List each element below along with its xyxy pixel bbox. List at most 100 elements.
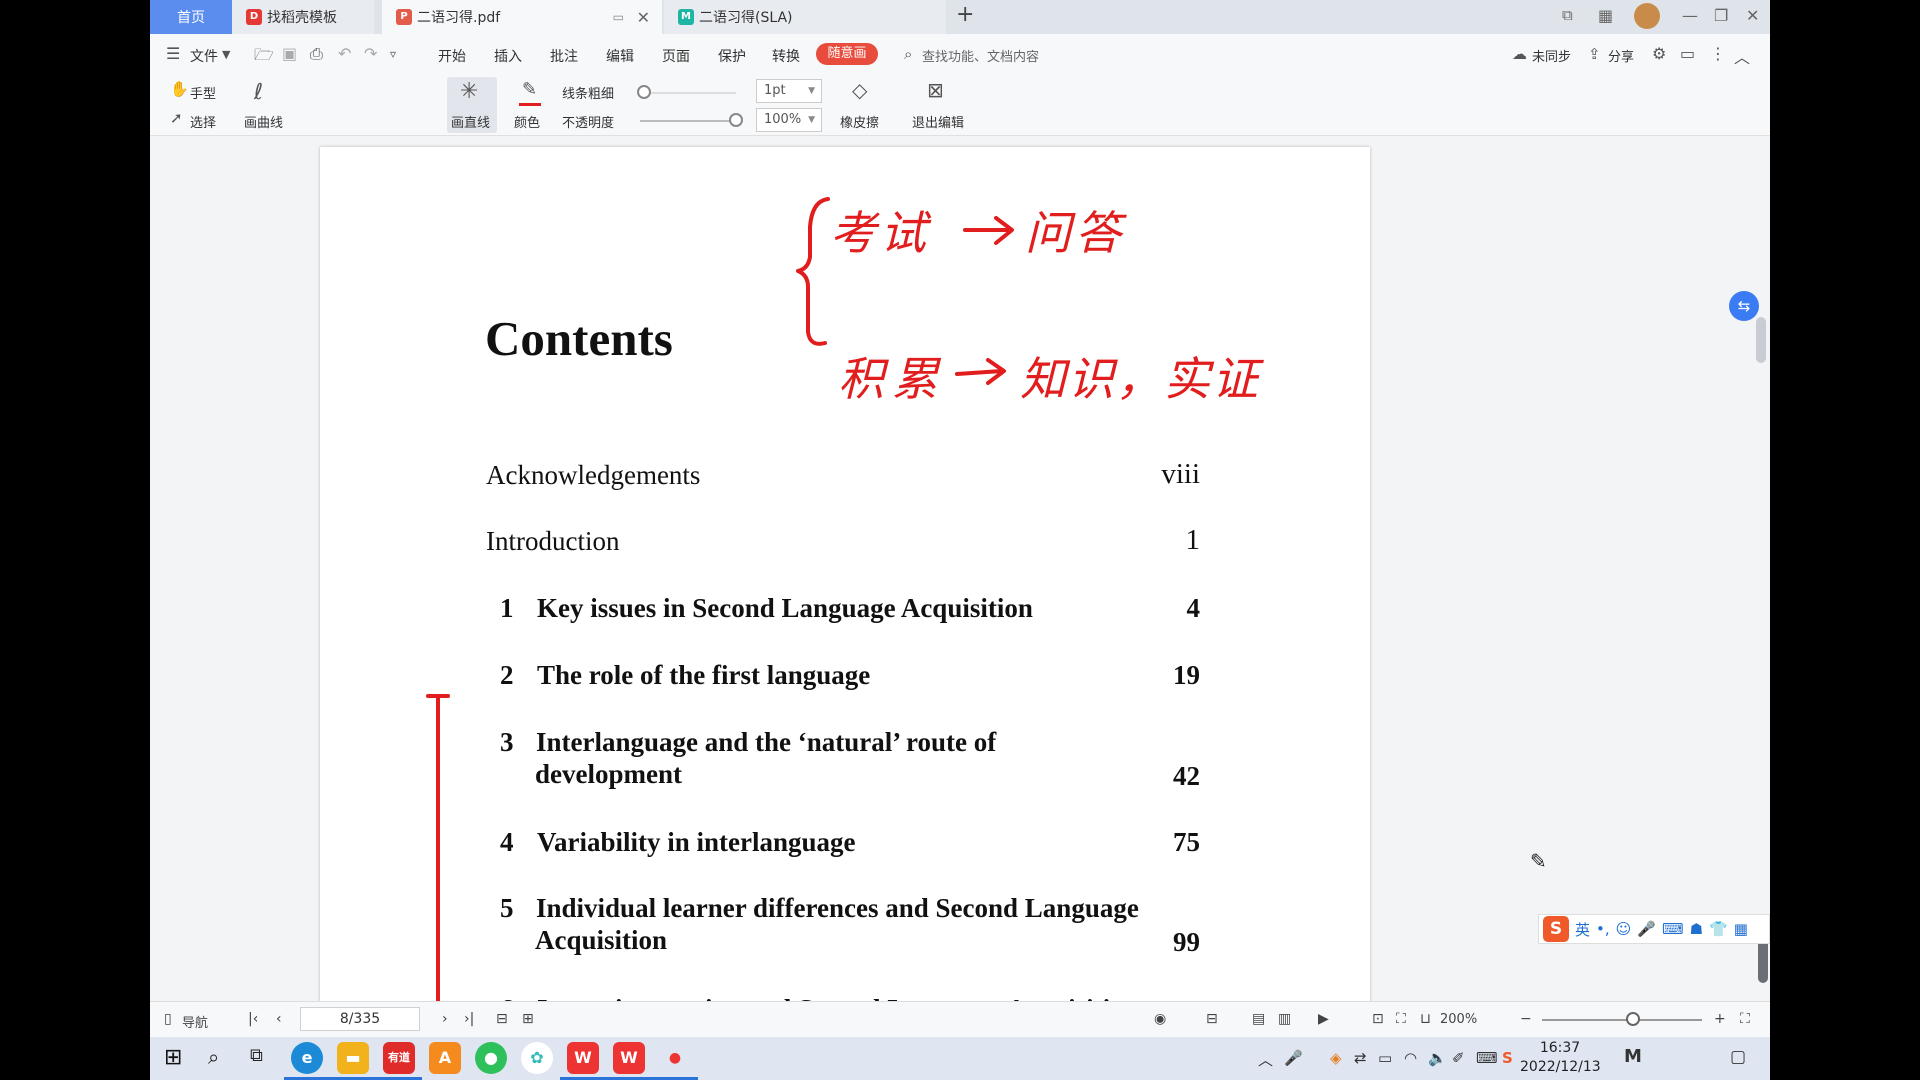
search-icon[interactable]: ⌕ (208, 1045, 219, 1069)
opacity-slider-knob[interactable] (729, 113, 743, 127)
single-page-icon[interactable]: ▤ (1252, 1011, 1265, 1027)
layout-icon[interactable]: ⧉ (1562, 6, 1573, 24)
thickness-slider-knob[interactable] (637, 85, 651, 99)
pdf-page[interactable]: Contents Acknowledgements viii Introduct… (320, 147, 1370, 1007)
thickness-slider-track[interactable] (642, 92, 736, 94)
play-icon[interactable]: ▶ (1318, 1011, 1329, 1027)
color-picker[interactable]: 颜色 (514, 112, 540, 131)
wechat-icon[interactable]: ● (475, 1042, 507, 1074)
undo-icon[interactable]: ↶ (338, 44, 351, 63)
tab-home[interactable]: 首页 (150, 0, 232, 34)
restore-icon[interactable]: ❐ (1714, 6, 1728, 25)
exit-edit-button[interactable]: 退出编辑 (912, 112, 964, 131)
forward-icon[interactable]: ⊞ (522, 1011, 534, 1027)
ink-annotations[interactable] (320, 147, 1370, 1007)
fullscreen-icon[interactable]: ⛶ (1740, 1011, 1750, 1027)
hand-tool[interactable]: 手型 (190, 83, 216, 102)
settings-icon[interactable]: ⚙ (1652, 44, 1666, 63)
menu-annotate[interactable]: 批注 (550, 46, 578, 66)
microphone-tray-icon[interactable]: 🎤 (1284, 1049, 1303, 1067)
user-avatar[interactable] (1634, 3, 1660, 29)
volume-icon[interactable]: 🔈 (1428, 1049, 1447, 1067)
sync-status[interactable]: 未同步 (1532, 46, 1571, 65)
vertical-scrollbar-thumb[interactable] (1756, 317, 1766, 363)
prev-page-icon[interactable]: ‹ (276, 1011, 282, 1027)
tray-app-icon[interactable]: ◈ (1330, 1049, 1342, 1067)
tray-chevron-up-icon[interactable]: ︿ (1258, 1049, 1273, 1070)
meet-now-icon[interactable]: M (1624, 1046, 1642, 1067)
ime-keyboard-icon[interactable]: ⌨ (1662, 920, 1684, 938)
back-icon[interactable]: ⊟ (496, 1011, 508, 1027)
tab-template[interactable]: D 找稻壳模板 (232, 0, 374, 34)
ime-punctuation-icon[interactable]: •, (1596, 920, 1610, 938)
fit-width-icon[interactable]: ⊟ (1206, 1011, 1218, 1027)
actual-size-icon[interactable]: ⊡ (1372, 1011, 1384, 1027)
first-page-icon[interactable]: |‹ (248, 1011, 258, 1027)
menu-start[interactable]: 开始 (438, 46, 466, 66)
wps-office-icon[interactable]: W (567, 1042, 599, 1074)
chevron-down-icon[interactable]: ▼ (222, 48, 230, 61)
floating-convert-button[interactable]: ⇆ (1729, 291, 1759, 321)
zoom-slider-track[interactable] (1542, 1019, 1702, 1021)
more-icon[interactable]: ⋮ (1710, 44, 1726, 63)
print-icon[interactable]: ⎙ (310, 44, 323, 64)
open-folder-icon[interactable]: 🗁 (254, 44, 274, 71)
sogou-logo-icon[interactable]: S (1543, 916, 1569, 942)
ime-toolbar[interactable]: S 英 •, ☺ 🎤 ⌨ ☗ 👕 ▦ (1538, 914, 1770, 944)
youdao-icon[interactable]: 有道 (383, 1042, 415, 1074)
two-page-icon[interactable]: ▥ (1278, 1011, 1291, 1027)
next-page-icon[interactable]: › (442, 1011, 448, 1027)
redo-icon[interactable]: ↷ (364, 44, 377, 63)
share-button[interactable]: 分享 (1608, 46, 1634, 65)
nav-panel-icon[interactable]: ▯ (164, 1011, 172, 1027)
hamburger-icon[interactable]: ☰ (166, 44, 180, 63)
eraser-tool[interactable]: 橡皮擦 (840, 112, 879, 131)
opacity-select[interactable]: 100% ▼ (756, 108, 822, 132)
tab-sla-mindmap[interactable]: M 二语习得(SLA) (664, 0, 946, 34)
ime-toolbox-icon[interactable]: ▦ (1734, 920, 1748, 938)
minimize-icon[interactable]: — (1682, 6, 1698, 25)
keyboard-tray-icon[interactable]: ⌨ (1476, 1049, 1498, 1067)
opacity-slider-track[interactable] (640, 120, 736, 122)
cloud-sync-icon[interactable]: ☁ (1512, 45, 1527, 63)
fit-page-icon[interactable]: ⛶ (1396, 1011, 1406, 1027)
last-page-icon[interactable]: ›| (464, 1011, 474, 1027)
thickness-select[interactable]: 1pt ▼ (756, 79, 822, 103)
hand-icon[interactable]: ✋ (170, 80, 189, 98)
pen-tray-icon[interactable]: ✐ (1452, 1049, 1465, 1067)
apps-grid-icon[interactable]: ▦ (1598, 6, 1613, 25)
task-view-icon[interactable]: ⧉ (250, 1045, 263, 1066)
app-a-icon[interactable]: A (429, 1042, 461, 1074)
curve-icon[interactable]: ℓ (254, 80, 263, 105)
page-number-input[interactable]: 8/335 (300, 1007, 420, 1031)
menu-page[interactable]: 页面 (662, 46, 690, 66)
nav-panel-toggle[interactable]: 导航 (182, 1012, 208, 1031)
wifi-icon[interactable]: ◠ (1404, 1049, 1417, 1067)
zoom-out-icon[interactable]: − (1520, 1011, 1532, 1027)
ime-skin-icon[interactable]: 👕 (1709, 920, 1728, 938)
eye-protection-icon[interactable]: ◉ (1154, 1011, 1166, 1027)
save-icon[interactable]: ▣ (282, 44, 297, 63)
ime-user-icon[interactable]: ☗ (1690, 920, 1703, 938)
tray-settings-icon[interactable]: ⇄ (1354, 1049, 1367, 1067)
wps-pdf-icon[interactable]: W (613, 1042, 645, 1074)
select-tool[interactable]: 选择 (190, 112, 216, 131)
file-explorer-icon[interactable]: ▬ (337, 1042, 369, 1074)
cursor-icon[interactable]: ➚ (170, 109, 183, 127)
window-pin-icon[interactable]: ▭ (613, 10, 624, 24)
document-view[interactable]: Contents Acknowledgements viii Introduct… (150, 137, 1770, 1007)
menu-edit[interactable]: 编辑 (606, 46, 634, 66)
comment-icon[interactable]: ▭ (1680, 44, 1695, 63)
pen-color-icon[interactable]: ✎ (522, 79, 537, 100)
exit-edit-icon[interactable]: ⊠ (927, 78, 944, 102)
new-tab-button[interactable]: + (956, 2, 974, 27)
search-icon[interactable]: ⌕ (904, 45, 912, 63)
ime-language-toggle[interactable]: 英 (1575, 919, 1590, 940)
menu-convert[interactable]: 转换 (772, 46, 800, 66)
sogou-tray-icon[interactable]: S (1502, 1049, 1513, 1067)
battery-icon[interactable]: ▭ (1378, 1049, 1392, 1067)
menu-insert[interactable]: 插入 (494, 46, 522, 66)
bookmark-icon[interactable]: ⊔ (1420, 1011, 1431, 1027)
ime-emoji-icon[interactable]: ☺ (1616, 920, 1632, 938)
collapse-ribbon-icon[interactable]: ︿ (1734, 44, 1750, 68)
